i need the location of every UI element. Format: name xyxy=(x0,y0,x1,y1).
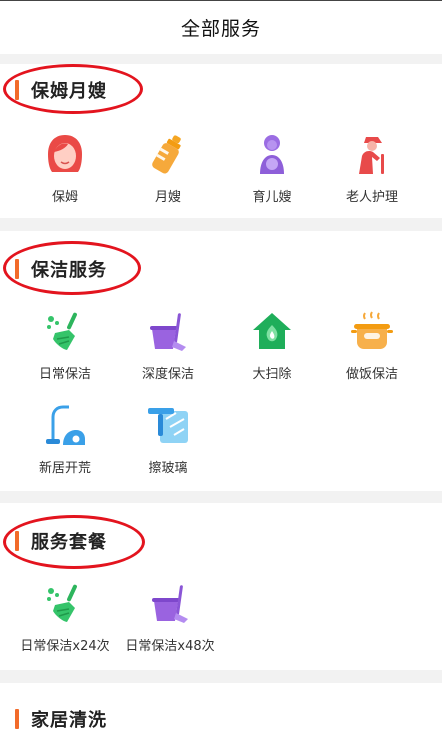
service-deep-cleaning[interactable]: 深度保洁 xyxy=(118,309,218,382)
window-wiper-icon xyxy=(148,408,188,443)
service-elderly-care[interactable]: 老人护理 xyxy=(322,132,422,205)
section-accent-bar xyxy=(15,531,19,551)
section-title: 保洁服务 xyxy=(31,260,107,281)
package-daily-48[interactable]: 日常保洁x48次 xyxy=(120,581,220,654)
top-bar: 全部服务 xyxy=(0,0,442,54)
service-new-home-cleaning[interactable]: 新居开荒 xyxy=(15,403,115,476)
section-packages: 服务套餐 日常保洁x24次 日常保洁x48次 xyxy=(0,503,442,670)
section-nanny: 保姆月嫂 保姆 月嫂 育儿嫂 老人护理 xyxy=(0,64,442,218)
section-accent-bar xyxy=(15,80,19,100)
section-accent-bar xyxy=(15,709,19,729)
broom-icon xyxy=(47,584,77,622)
section-title: 保姆月嫂 xyxy=(31,81,107,102)
mop-bucket-icon xyxy=(150,313,186,351)
elderly-care-icon xyxy=(359,137,384,174)
baby-bottle-icon xyxy=(152,135,181,174)
service-cooking-cleaning[interactable]: 做饭保洁 xyxy=(322,309,422,382)
section-header: 保洁服务 xyxy=(15,258,107,281)
section-title: 家居清洗 xyxy=(31,710,107,731)
service-window-cleaning[interactable]: 擦玻璃 xyxy=(118,403,218,476)
vacuum-icon xyxy=(46,405,85,445)
page-title: 全部服务 xyxy=(180,18,261,40)
section-cleaning: 保洁服务 日常保洁 深度保洁 大扫除 做饭保洁 新居开荒 擦玻璃 xyxy=(0,231,442,491)
section-accent-bar xyxy=(15,259,19,279)
service-label: 育儿嫂 xyxy=(252,190,292,205)
service-label: 老人护理 xyxy=(345,190,398,205)
service-big-cleaning[interactable]: 大扫除 xyxy=(222,309,322,382)
service-label: 保姆 xyxy=(51,190,78,205)
package-label: 日常保洁x48次 xyxy=(125,639,215,654)
cooking-pot-icon xyxy=(351,311,393,349)
section-header: 家居清洗 xyxy=(15,708,107,731)
service-maternity[interactable]: 月嫂 xyxy=(118,132,218,205)
package-label: 日常保洁x24次 xyxy=(20,639,110,654)
house-icon xyxy=(253,313,291,349)
section-header: 保姆月嫂 xyxy=(15,79,107,102)
service-label: 月嫂 xyxy=(154,190,181,205)
service-label: 大扫除 xyxy=(252,367,292,382)
service-label: 擦玻璃 xyxy=(148,461,188,476)
service-childcare[interactable]: 育儿嫂 xyxy=(222,132,322,205)
section-title: 服务套餐 xyxy=(31,532,107,553)
broom-icon xyxy=(47,312,77,350)
package-daily-24[interactable]: 日常保洁x24次 xyxy=(15,581,115,654)
service-daily-cleaning[interactable]: 日常保洁 xyxy=(15,309,115,382)
service-label: 日常保洁 xyxy=(38,367,91,382)
nanny-icon xyxy=(48,135,82,172)
service-label: 做饭保洁 xyxy=(345,367,398,382)
service-label: 深度保洁 xyxy=(141,367,194,382)
mop-bucket-icon xyxy=(152,585,188,623)
service-nanny[interactable]: 保姆 xyxy=(15,132,115,205)
section-header: 服务套餐 xyxy=(15,530,107,553)
childcare-icon xyxy=(260,135,284,174)
section-home-washing: 家居清洗 xyxy=(0,683,442,738)
service-label: 新居开荒 xyxy=(38,461,91,476)
